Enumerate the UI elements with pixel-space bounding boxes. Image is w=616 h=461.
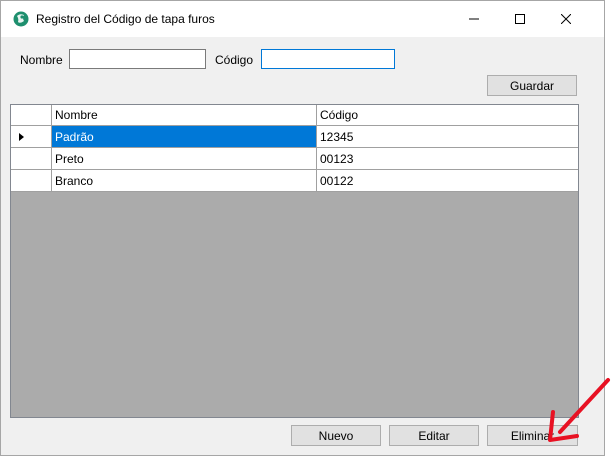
- data-grid[interactable]: Nombre Código Padrão 12345 Preto 00123 B…: [10, 104, 579, 418]
- nombre-input[interactable]: [69, 49, 206, 69]
- current-row-arrow-icon: [19, 133, 24, 141]
- cell-nombre[interactable]: Padrão: [52, 126, 317, 148]
- app-icon: [13, 11, 29, 27]
- close-button[interactable]: [543, 1, 589, 37]
- eliminar-button[interactable]: Eliminar: [487, 425, 578, 446]
- table-row[interactable]: Branco 00122: [11, 170, 578, 192]
- cell-codigo[interactable]: 00122: [317, 170, 578, 192]
- column-header-nombre[interactable]: Nombre: [52, 105, 317, 126]
- close-icon: [561, 14, 571, 24]
- codigo-input[interactable]: [261, 49, 395, 69]
- cell-nombre[interactable]: Preto: [52, 148, 317, 170]
- cell-nombre[interactable]: Branco: [52, 170, 317, 192]
- grid-header: Nombre Código: [11, 105, 578, 127]
- row-header[interactable]: [11, 126, 52, 148]
- maximize-icon: [515, 14, 525, 24]
- title-bar[interactable]: Registro del Código de tapa furos: [1, 1, 604, 37]
- codigo-label: Código: [215, 53, 254, 67]
- maximize-button[interactable]: [497, 1, 543, 37]
- app-window: Registro del Código de tapa furos Nombre…: [0, 0, 605, 456]
- nombre-label: Nombre: [20, 53, 63, 67]
- table-row[interactable]: Preto 00123: [11, 148, 578, 170]
- minimize-button[interactable]: [451, 1, 497, 37]
- column-header-codigo[interactable]: Código: [317, 105, 578, 126]
- minimize-icon: [469, 18, 479, 20]
- editar-button[interactable]: Editar: [389, 425, 479, 446]
- window-title: Registro del Código de tapa furos: [36, 12, 215, 26]
- cell-codigo[interactable]: 12345: [317, 126, 578, 148]
- row-header[interactable]: [11, 170, 52, 192]
- row-header-corner[interactable]: [11, 105, 52, 126]
- row-header[interactable]: [11, 148, 52, 170]
- cell-codigo[interactable]: 00123: [317, 148, 578, 170]
- table-row[interactable]: Padrão 12345: [11, 126, 578, 148]
- guardar-button[interactable]: Guardar: [487, 75, 577, 96]
- nuevo-button[interactable]: Nuevo: [291, 425, 381, 446]
